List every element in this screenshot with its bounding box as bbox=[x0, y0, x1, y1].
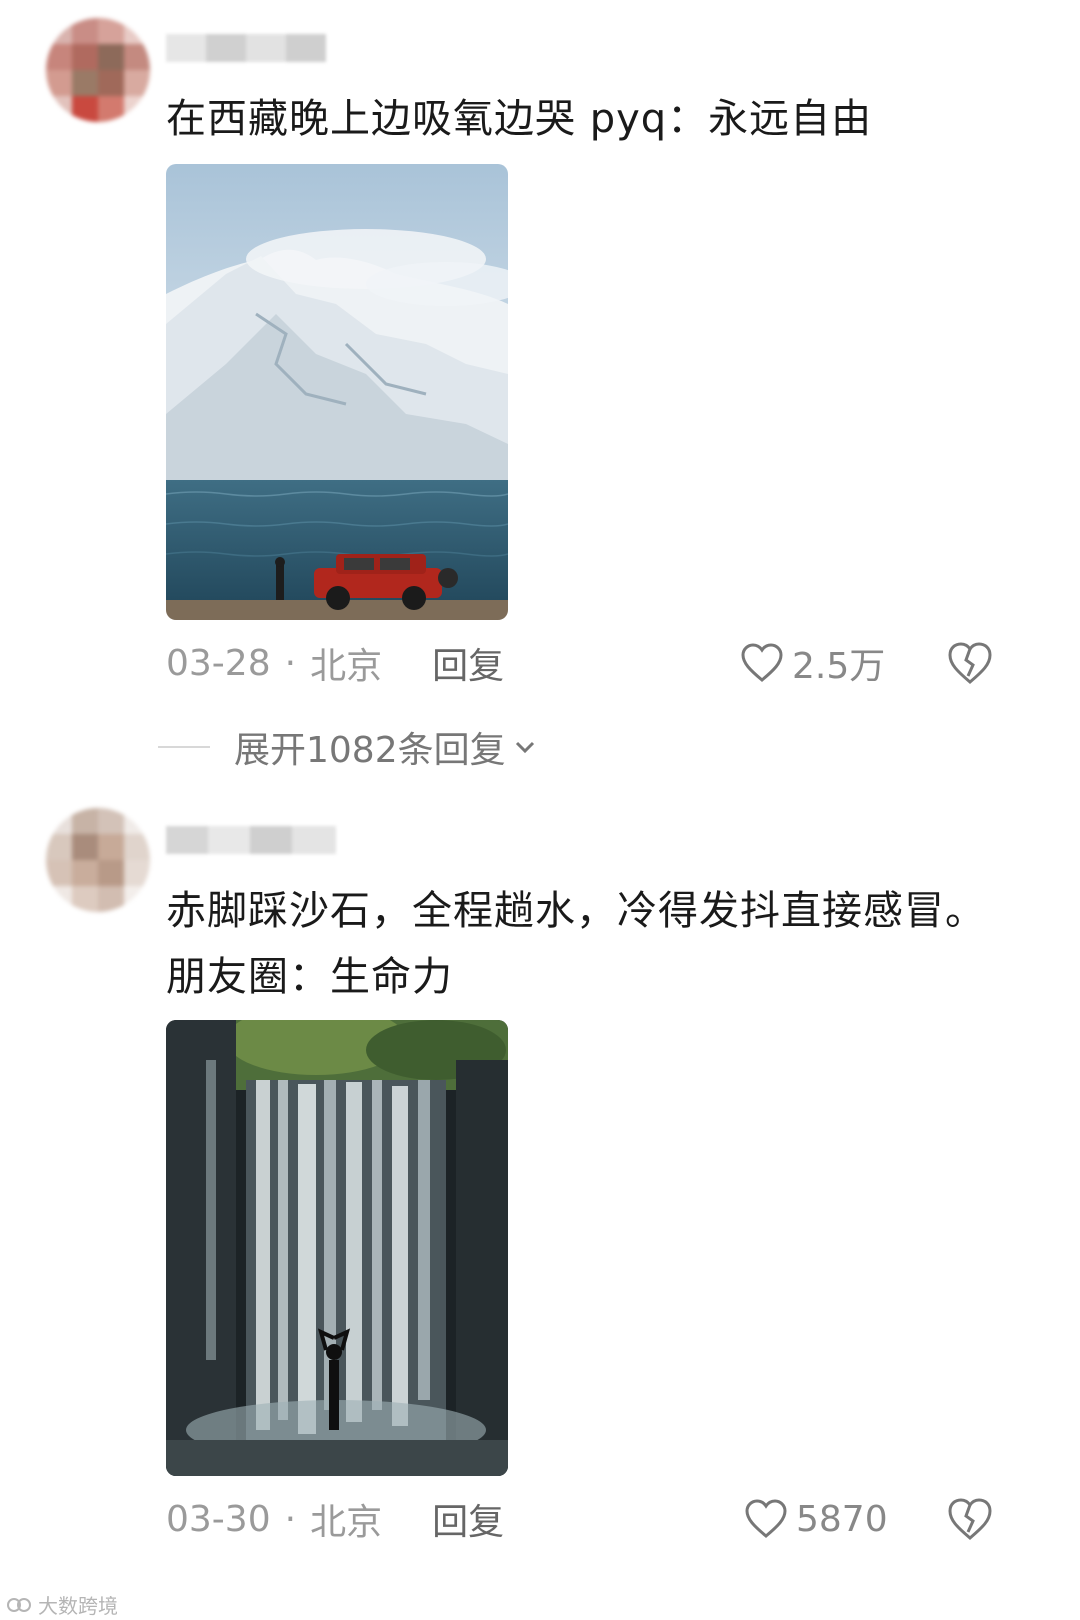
comment-meta: 03-28 · 北京 回复 bbox=[166, 638, 504, 688]
watermark-text: 大数跨境 bbox=[38, 1594, 118, 1618]
broken-heart-icon bbox=[948, 1498, 992, 1540]
comment-date: 03-28 bbox=[166, 642, 271, 684]
expand-replies-button[interactable]: 展开1082条回复 bbox=[158, 722, 538, 772]
comment-photo[interactable] bbox=[166, 1020, 508, 1476]
separator: · bbox=[284, 1498, 297, 1540]
separator: · bbox=[284, 642, 297, 684]
avatar[interactable] bbox=[46, 18, 150, 122]
username[interactable] bbox=[166, 34, 326, 62]
photo-icon bbox=[166, 1020, 508, 1476]
broken-heart-icon bbox=[948, 642, 992, 684]
comment-photo[interactable] bbox=[166, 164, 508, 620]
dislike-button[interactable] bbox=[946, 640, 994, 688]
watermark: 大数跨境 bbox=[6, 1590, 118, 1619]
comment-location: 北京 bbox=[310, 646, 383, 687]
comment-meta: 03-30 · 北京 回复 bbox=[166, 1494, 504, 1544]
comment-text: 在西藏晚上边吸氧边哭 pyq：永远自由 bbox=[166, 96, 873, 142]
username[interactable] bbox=[166, 826, 336, 854]
reply-button[interactable]: 回复 bbox=[432, 1493, 504, 1545]
photo-icon bbox=[166, 164, 508, 620]
comment-text: 赤脚踩沙石，全程趟水，冷得发抖直接感冒。朋友圈：生命力 bbox=[166, 888, 986, 1000]
divider bbox=[158, 746, 210, 748]
like-button[interactable]: 2.5万 bbox=[740, 638, 885, 688]
avatar[interactable] bbox=[46, 808, 150, 912]
comment-date: 03-30 bbox=[166, 1498, 271, 1540]
like-button[interactable]: 5870 bbox=[744, 1494, 888, 1544]
dislike-button[interactable] bbox=[946, 1496, 994, 1544]
like-count: 2.5万 bbox=[792, 646, 886, 687]
expand-replies-label: 展开1082条回复 bbox=[234, 730, 506, 771]
watermark-logo-icon bbox=[7, 1597, 31, 1612]
heart-icon bbox=[745, 1499, 787, 1538]
chevron-down-icon bbox=[515, 741, 534, 754]
comment-location: 北京 bbox=[310, 1502, 383, 1543]
heart-icon bbox=[741, 643, 783, 682]
like-count: 5870 bbox=[796, 1498, 888, 1540]
reply-button[interactable]: 回复 bbox=[432, 637, 504, 689]
